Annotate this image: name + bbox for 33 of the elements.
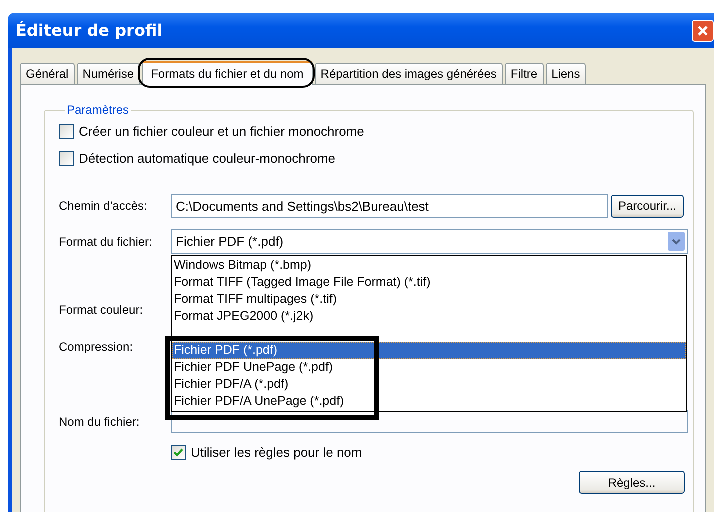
- window-title: Éditeur de profil: [16, 21, 163, 40]
- dropdown-option[interactable]: Fichier PDF UnePage (*.pdf): [172, 359, 686, 376]
- dropdown-option[interactable]: Format TIFF multipages (*.tif): [172, 291, 686, 308]
- close-icon: [697, 24, 709, 36]
- tab[interactable]: Formats du fichier et du nom: [142, 61, 313, 85]
- checkbox[interactable]: [59, 124, 74, 139]
- field-label: Chemin d'accès:: [59, 199, 148, 213]
- tab[interactable]: Numérise: [76, 63, 140, 84]
- checkbox-label: Créer un fichier couleur et un fichier monochrome: [79, 124, 364, 139]
- dropdown-option[interactable]: Fichier PDF (*.pdf): [172, 342, 686, 359]
- tab[interactable]: Filtre: [504, 63, 544, 84]
- field-label: Compression:: [59, 340, 134, 354]
- checkbox[interactable]: [59, 151, 74, 166]
- dropdown-option[interactable]: Windows Bitmap (*.bmp): [172, 257, 686, 274]
- dropdown-option[interactable]: Fichier PDF/A UnePage (*.pdf): [172, 393, 686, 410]
- browse-button[interactable]: Parcourir...: [611, 194, 684, 218]
- field-label: Format du fichier:: [59, 234, 154, 248]
- group-title: Paramètres: [66, 103, 130, 117]
- tab[interactable]: Répartition des images générées: [314, 63, 503, 84]
- checkbox-label: Détection automatique couleur-monochrome: [79, 151, 336, 166]
- close-button[interactable]: [692, 20, 714, 42]
- dropdown-option[interactable]: Format TIFF (Tagged Image File Format) (*.tif): [172, 274, 686, 291]
- format-dropdown[interactable]: Fichier PDF (*.pdf): [171, 229, 688, 254]
- dropdown-option[interactable]: Format JPEG2000 (*.j2k): [172, 308, 686, 325]
- checkbox[interactable]: [171, 445, 186, 460]
- tab[interactable]: Général: [20, 63, 75, 84]
- checkbox-label: Utiliser les règles pour le nom: [191, 445, 362, 460]
- field-label: Format couleur:: [59, 302, 144, 316]
- tab[interactable]: Liens: [546, 63, 586, 84]
- rules-button[interactable]: Règles...: [579, 471, 685, 494]
- field-label: Nom du fichier:: [59, 414, 141, 428]
- dropdown-option[interactable]: Fichier PDF/A (*.pdf): [172, 376, 686, 393]
- path-field[interactable]: C:\Documents and Settings\bs2\Bureau\test: [171, 194, 608, 218]
